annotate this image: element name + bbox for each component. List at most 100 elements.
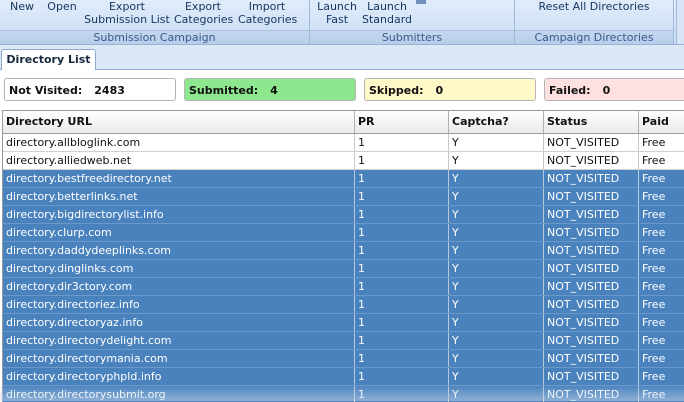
cell-directory-url[interactable]: directory.directoryphpld.info [3, 368, 355, 385]
cell-status[interactable]: NOT_VISITED [544, 314, 639, 331]
cell-captcha[interactable]: Y [449, 368, 544, 385]
table-row[interactable]: directory.bestfreedirectory.net 1 Y NOT_VIS… [3, 170, 684, 188]
cell-captcha[interactable]: Y [449, 206, 544, 223]
cell-pr[interactable]: 1 [355, 170, 449, 187]
cell-paid[interactable]: Free [639, 386, 684, 402]
cell-directory-url[interactable]: directory.bigdirectorylist.info [3, 206, 355, 223]
new-button[interactable]: New [8, 0, 36, 13]
table-row[interactable]: directory.betterlinks.net 1 Y NOT_VISITED Fr… [3, 188, 684, 206]
cell-captcha[interactable]: Y [449, 134, 544, 151]
reset-all-directories-button[interactable]: Reset All Directories [519, 0, 669, 13]
cell-status[interactable]: NOT_VISITED [544, 332, 639, 349]
cell-captcha[interactable]: Y [449, 152, 544, 169]
table-row[interactable]: directory.daddydeeplinks.com 1 Y NOT_VISITE… [3, 242, 684, 260]
cell-pr[interactable]: 1 [355, 368, 449, 385]
cell-captcha[interactable]: Y [449, 350, 544, 367]
cell-directory-url[interactable]: directory.daddydeeplinks.com [3, 242, 355, 259]
cell-paid[interactable]: Free [639, 368, 684, 385]
cell-paid[interactable]: Free [639, 134, 684, 151]
directory-table[interactable]: Directory URL PR Captcha? Status Paid di… [2, 110, 684, 402]
cell-status[interactable]: NOT_VISITED [544, 296, 639, 313]
cell-status[interactable]: NOT_VISITED [544, 242, 639, 259]
cell-paid[interactable]: Free [639, 260, 684, 277]
cell-status[interactable]: NOT_VISITED [544, 134, 639, 151]
cell-pr[interactable]: 1 [355, 134, 449, 151]
cell-directory-url[interactable]: directory.bestfreedirectory.net [3, 170, 355, 187]
export-submission-list-button[interactable]: Export Submission List [84, 0, 170, 26]
column-header-captcha[interactable]: Captcha? [449, 111, 544, 133]
cell-pr[interactable]: 1 [355, 350, 449, 367]
table-row[interactable]: directory.allbloglink.com 1 Y NOT_VISITED Fr… [3, 134, 684, 152]
table-row[interactable]: directory.alliedweb.net 1 Y NOT_VISITED Free [3, 152, 684, 170]
cell-status[interactable]: NOT_VISITED [544, 206, 639, 223]
cell-captcha[interactable]: Y [449, 242, 544, 259]
cell-pr[interactable]: 1 [355, 260, 449, 277]
cell-pr[interactable]: 1 [355, 296, 449, 313]
cell-status[interactable]: NOT_VISITED [544, 170, 639, 187]
cell-captcha[interactable]: Y [449, 260, 544, 277]
cell-directory-url[interactable]: directory.betterlinks.net [3, 188, 355, 205]
cell-paid[interactable]: Free [639, 242, 684, 259]
tab-directory-list[interactable]: Directory List [1, 49, 96, 70]
cell-status[interactable]: NOT_VISITED [544, 152, 639, 169]
launch-fast-button[interactable]: Launch Fast [316, 0, 358, 26]
cell-pr[interactable]: 1 [355, 314, 449, 331]
cell-directory-url[interactable]: directory.directorysubmit.org [3, 386, 355, 402]
table-row[interactable]: directory.clurp.com 1 Y NOT_VISITED Free [3, 224, 684, 242]
cell-pr[interactable]: 1 [355, 278, 449, 295]
cell-status[interactable]: NOT_VISITED [544, 188, 639, 205]
cell-directory-url[interactable]: directory.clurp.com [3, 224, 355, 241]
cell-pr[interactable]: 1 [355, 332, 449, 349]
cell-pr[interactable]: 1 [355, 386, 449, 402]
cell-directory-url[interactable]: directory.directorymania.com [3, 350, 355, 367]
cell-directory-url[interactable]: directory.dinglinks.com [3, 260, 355, 277]
cell-status[interactable]: NOT_VISITED [544, 350, 639, 367]
column-header-pr[interactable]: PR [355, 111, 449, 133]
cell-captcha[interactable]: Y [449, 188, 544, 205]
table-row[interactable]: directory.directoriez.info 1 Y NOT_VISITED F… [3, 296, 684, 314]
cell-captcha[interactable]: Y [449, 332, 544, 349]
cell-paid[interactable]: Free [639, 224, 684, 241]
cell-paid[interactable]: Free [639, 278, 684, 295]
cell-captcha[interactable]: Y [449, 386, 544, 402]
submitter-options-icon[interactable] [416, 0, 426, 4]
cell-paid[interactable]: Free [639, 206, 684, 223]
cell-pr[interactable]: 1 [355, 224, 449, 241]
cell-directory-url[interactable]: directory.directoryaz.info [3, 314, 355, 331]
table-row[interactable]: directory.dinglinks.com 1 Y NOT_VISITED Free [3, 260, 684, 278]
cell-paid[interactable]: Free [639, 332, 684, 349]
cell-paid[interactable]: Free [639, 314, 684, 331]
cell-pr[interactable]: 1 [355, 242, 449, 259]
cell-captcha[interactable]: Y [449, 278, 544, 295]
cell-paid[interactable]: Free [639, 152, 684, 169]
cell-directory-url[interactable]: directory.alliedweb.net [3, 152, 355, 169]
column-header-status[interactable]: Status [544, 111, 639, 133]
table-row[interactable]: directory.directoryaz.info 1 Y NOT_VISITED F… [3, 314, 684, 332]
table-row[interactable]: directory.directorydelight.com 1 Y NOT_VISI… [3, 332, 684, 350]
cell-captcha[interactable]: Y [449, 296, 544, 313]
table-row[interactable]: directory.directorysubmit.org 1 Y NOT_VISIT… [3, 386, 684, 402]
cell-pr[interactable]: 1 [355, 188, 449, 205]
cell-directory-url[interactable]: directory.directoriez.info [3, 296, 355, 313]
cell-status[interactable]: NOT_VISITED [544, 224, 639, 241]
cell-pr[interactable]: 1 [355, 152, 449, 169]
cell-status[interactable]: NOT_VISITED [544, 386, 639, 402]
export-categories-button[interactable]: Export Categories [174, 0, 233, 26]
cell-status[interactable]: NOT_VISITED [544, 278, 639, 295]
cell-directory-url[interactable]: directory.allbloglink.com [3, 134, 355, 151]
cell-captcha[interactable]: Y [449, 170, 544, 187]
open-button[interactable]: Open [46, 0, 78, 13]
cell-status[interactable]: NOT_VISITED [544, 368, 639, 385]
launch-standard-button[interactable]: Launch Standard [360, 0, 414, 26]
table-row[interactable]: directory.directoryphpld.info 1 Y NOT_VISIT… [3, 368, 684, 386]
cell-captcha[interactable]: Y [449, 314, 544, 331]
cell-paid[interactable]: Free [639, 296, 684, 313]
cell-paid[interactable]: Free [639, 170, 684, 187]
column-header-directory-url[interactable]: Directory URL [3, 111, 355, 133]
cell-pr[interactable]: 1 [355, 206, 449, 223]
column-header-paid[interactable]: Paid [639, 111, 684, 133]
table-row[interactable]: directory.bigdirectorylist.info 1 Y NOT_VIS… [3, 206, 684, 224]
import-categories-button[interactable]: Import Categories [238, 0, 297, 26]
cell-paid[interactable]: Free [639, 350, 684, 367]
cell-captcha[interactable]: Y [449, 224, 544, 241]
